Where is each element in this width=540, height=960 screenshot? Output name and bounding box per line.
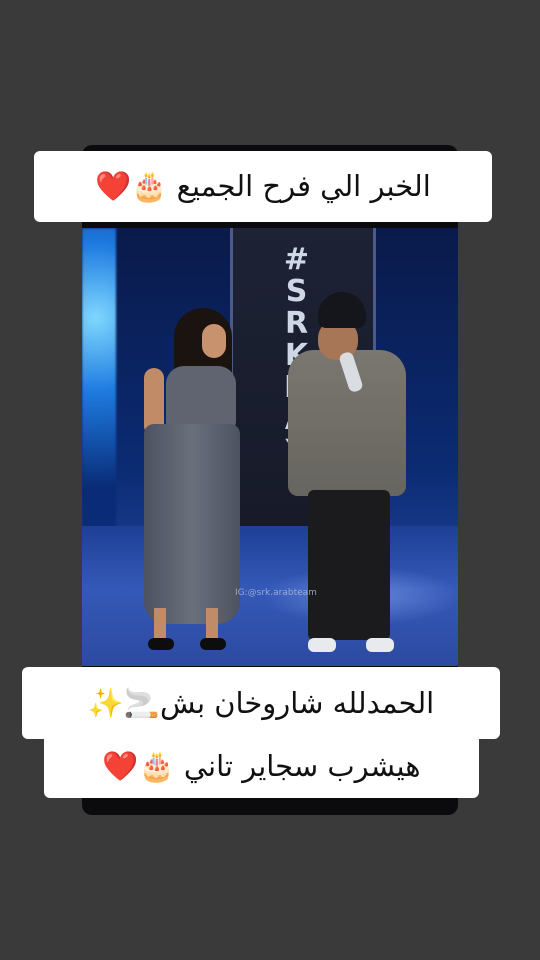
man-shoe: [308, 638, 336, 652]
caption-top: الخبر الي فرح الجميع 🎂❤️: [34, 151, 492, 222]
woman-dress-skirt: [144, 424, 240, 624]
man-pants: [308, 490, 390, 640]
video-frame[interactable]: # S R K D A Y IG:@srk.arabteam: [82, 228, 458, 666]
stage-sign-letter: S: [285, 274, 309, 309]
woman-leg: [206, 608, 218, 638]
woman-face: [202, 324, 226, 358]
caption-bottom-line1: الحمدلله شاروخان بش🚬✨: [22, 667, 500, 739]
stage-sign-letter: R: [284, 306, 310, 341]
stage-sign-letter: #: [283, 242, 311, 277]
stage-led-screen: [82, 228, 116, 528]
woman-dress-top: [166, 366, 236, 428]
woman-heel: [200, 638, 226, 650]
woman-leg: [154, 608, 166, 638]
video-watermark: IG:@srk.arabteam: [235, 588, 317, 598]
woman-heel: [148, 638, 174, 650]
man-shoe: [366, 638, 394, 652]
caption-bottom-line2: هيشرب سجاير تاني 🎂❤️: [44, 734, 479, 798]
